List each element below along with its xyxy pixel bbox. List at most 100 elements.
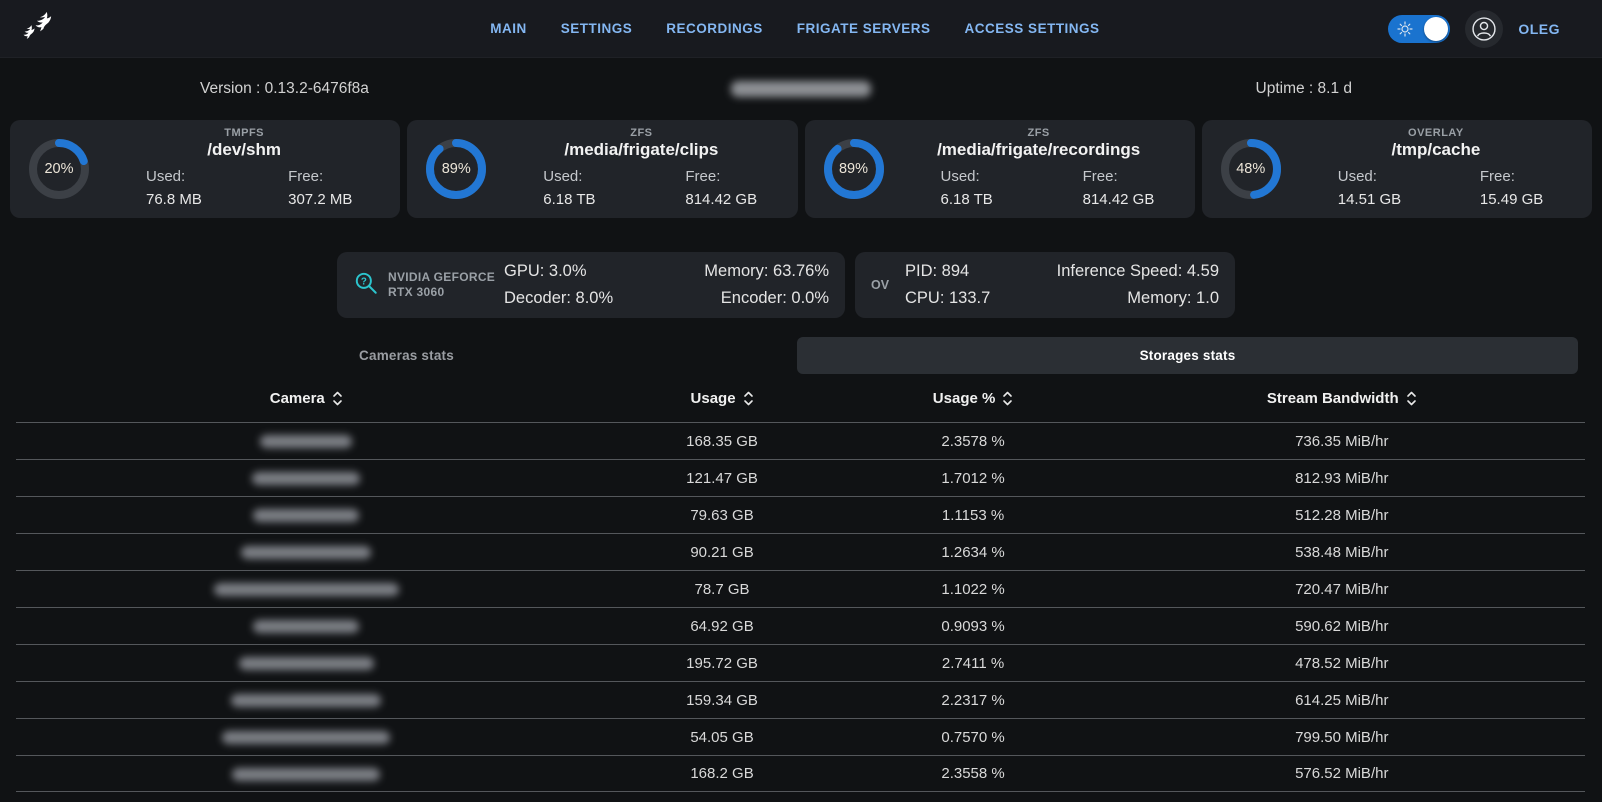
donut-chart: 20% — [26, 136, 92, 202]
free-label: Free: — [685, 165, 783, 188]
usage-cell: 195.72 GB — [597, 655, 848, 672]
donut-chart: 89% — [423, 136, 489, 202]
usage-cell: 168.35 GB — [597, 433, 848, 450]
stats-tabs: Cameras stats Storages stats — [16, 337, 1578, 374]
free-label: Free: — [288, 165, 386, 188]
table-row[interactable]: 195.72 GB 2.7411 % 478.52 MiB/hr — [16, 644, 1585, 681]
tab-cameras-stats[interactable]: Cameras stats — [16, 337, 797, 374]
gpu-stats-left: GPU: 3.0% Decoder: 8.0% — [504, 258, 704, 312]
table-row[interactable]: 90.21 GB 1.2634 % 538.48 MiB/hr — [16, 533, 1585, 570]
camera-name-blurred — [222, 731, 390, 744]
detector-inference-stat: Inference Speed: 4.59 — [1057, 258, 1219, 285]
storage-card-body: ZFS /media/frigate/clips Used: 6.18 TB F… — [499, 127, 783, 211]
storage-card: 48% OVERLAY /tmp/cache Used: 14.51 GB Fr… — [1202, 120, 1592, 218]
gpu-name: NVIDIA GEFORCE RTX 3060 — [388, 270, 504, 300]
camera-name-blurred — [239, 657, 374, 670]
used-label: Used: — [941, 165, 1039, 188]
storage-card: 20% TMPFS /dev/shm Used: 76.8 MB Free: 3… — [10, 120, 400, 218]
usage-cell: 121.47 GB — [597, 470, 848, 487]
table-row[interactable]: 168.35 GB 2.3578 % 736.35 MiB/hr — [16, 422, 1585, 459]
navbar: MAIN SETTINGS RECORDINGS FRIGATE SERVERS… — [0, 0, 1602, 58]
bandwidth-cell: 538.48 MiB/hr — [1099, 544, 1585, 561]
table-row[interactable]: 64.92 GB 0.9093 % 590.62 MiB/hr — [16, 607, 1585, 644]
used-label: Used: — [1338, 165, 1436, 188]
camera-cell — [16, 433, 597, 450]
table-row[interactable]: 78.7 GB 1.1022 % 720.47 MiB/hr — [16, 570, 1585, 607]
gpu-usage-stat: GPU: 3.0% — [504, 258, 704, 285]
storage-card-body: ZFS /media/frigate/recordings Used: 6.18… — [897, 127, 1181, 211]
table-row[interactable]: 121.47 GB 1.7012 % 812.93 MiB/hr — [16, 459, 1585, 496]
free-label: Free: — [1083, 165, 1181, 188]
table-header: Camera Usage Usage % Stream Bandwidth — [16, 374, 1585, 422]
bandwidth-cell: 799.50 MiB/hr — [1099, 729, 1585, 746]
storage-card-body: TMPFS /dev/shm Used: 76.8 MB Free: 307.2… — [102, 127, 386, 211]
camera-cell — [16, 729, 597, 746]
camera-cell — [16, 507, 597, 524]
nav-link[interactable]: FRIGATE SERVERS — [797, 21, 931, 36]
donut-percent-label: 48% — [1218, 136, 1284, 202]
tab-storages-stats[interactable]: Storages stats — [797, 337, 1578, 374]
username-label[interactable]: OLEG — [1518, 21, 1560, 37]
donut-chart: 48% — [1218, 136, 1284, 202]
nav-link[interactable]: RECORDINGS — [666, 21, 763, 36]
detector-memory-stat: Memory: 1.0 — [1057, 285, 1219, 312]
sun-icon — [1397, 21, 1413, 42]
filesystem-type-label: ZFS — [897, 127, 1181, 139]
usage-percent-cell: 0.7570 % — [848, 729, 1099, 746]
svg-text:?: ? — [361, 276, 367, 287]
detector-card: OV PID: 894 CPU: 133.7 Inference Speed: … — [855, 252, 1235, 318]
column-header-usage-percent[interactable]: Usage % — [848, 390, 1099, 407]
storages-table: Camera Usage Usage % Stream Bandwidth 16… — [16, 374, 1585, 792]
bandwidth-cell: 720.47 MiB/hr — [1099, 581, 1585, 598]
filesystem-path: /media/frigate/clips — [499, 140, 783, 160]
filesystem-path: /tmp/cache — [1294, 140, 1578, 160]
storage-cards-row: 20% TMPFS /dev/shm Used: 76.8 MB Free: 3… — [10, 120, 1592, 218]
free-value: 814.42 GB — [1083, 188, 1181, 211]
gpu-decoder-stat: Decoder: 8.0% — [504, 285, 704, 312]
used-value: 76.8 MB — [146, 188, 244, 211]
nav-link[interactable]: SETTINGS — [561, 21, 633, 36]
usage-percent-cell: 0.9093 % — [848, 618, 1099, 635]
column-header-usage[interactable]: Usage — [597, 390, 848, 407]
toggle-knob[interactable] — [1424, 17, 1448, 41]
free-value: 15.49 GB — [1480, 188, 1578, 211]
usage-percent-cell: 1.2634 % — [848, 544, 1099, 561]
camera-cell — [16, 470, 597, 487]
frigate-logo-icon[interactable] — [16, 6, 62, 52]
table-row[interactable]: 79.63 GB 1.1153 % 512.28 MiB/hr — [16, 496, 1585, 533]
camera-name-blurred — [232, 768, 380, 781]
column-header-camera[interactable]: Camera — [16, 390, 597, 407]
camera-name-blurred — [252, 472, 360, 485]
user-avatar[interactable] — [1465, 10, 1503, 48]
free-value: 307.2 MB — [288, 188, 386, 211]
bandwidth-cell: 614.25 MiB/hr — [1099, 692, 1585, 709]
theme-toggle[interactable] — [1388, 15, 1450, 43]
column-header-stream-bandwidth[interactable]: Stream Bandwidth — [1099, 390, 1585, 407]
gpu-stats-right: Memory: 63.76% Encoder: 0.0% — [704, 258, 829, 312]
table-row[interactable]: 54.05 GB 0.7570 % 799.50 MiB/hr — [16, 718, 1585, 755]
used-value: 14.51 GB — [1338, 188, 1436, 211]
bandwidth-cell: 478.52 MiB/hr — [1099, 655, 1585, 672]
free-label: Free: — [1480, 165, 1578, 188]
bandwidth-cell: 576.52 MiB/hr — [1099, 765, 1585, 782]
usage-percent-cell: 1.1153 % — [848, 507, 1099, 524]
camera-cell — [16, 581, 597, 598]
detector-stats-left: PID: 894 CPU: 133.7 — [905, 258, 1057, 312]
table-row[interactable]: 168.2 GB 2.3558 % 576.52 MiB/hr — [16, 755, 1585, 792]
storage-card: 89% ZFS /media/frigate/recordings Used: … — [805, 120, 1195, 218]
used-label: Used: — [146, 165, 244, 188]
sort-icon — [332, 390, 343, 407]
nav-link[interactable]: ACCESS SETTINGS — [965, 21, 1100, 36]
camera-name-blurred — [241, 546, 371, 559]
uptime-label: Uptime : 8.1 d — [1256, 80, 1602, 98]
sort-icon — [1002, 390, 1013, 407]
nav-link[interactable]: MAIN — [490, 21, 527, 36]
usage-cell: 79.63 GB — [597, 507, 848, 524]
filesystem-type-label: TMPFS — [102, 127, 386, 139]
filesystem-path: /media/frigate/recordings — [897, 140, 1181, 160]
usage-cell: 90.21 GB — [597, 544, 848, 561]
info-row: Version : 0.13.2-6476f8a Uptime : 8.1 d — [0, 58, 1602, 120]
table-row[interactable]: 159.34 GB 2.2317 % 614.25 MiB/hr — [16, 681, 1585, 718]
gpu-card: ? NVIDIA GEFORCE RTX 3060 GPU: 3.0% Deco… — [337, 252, 845, 318]
used-value: 6.18 TB — [543, 188, 641, 211]
